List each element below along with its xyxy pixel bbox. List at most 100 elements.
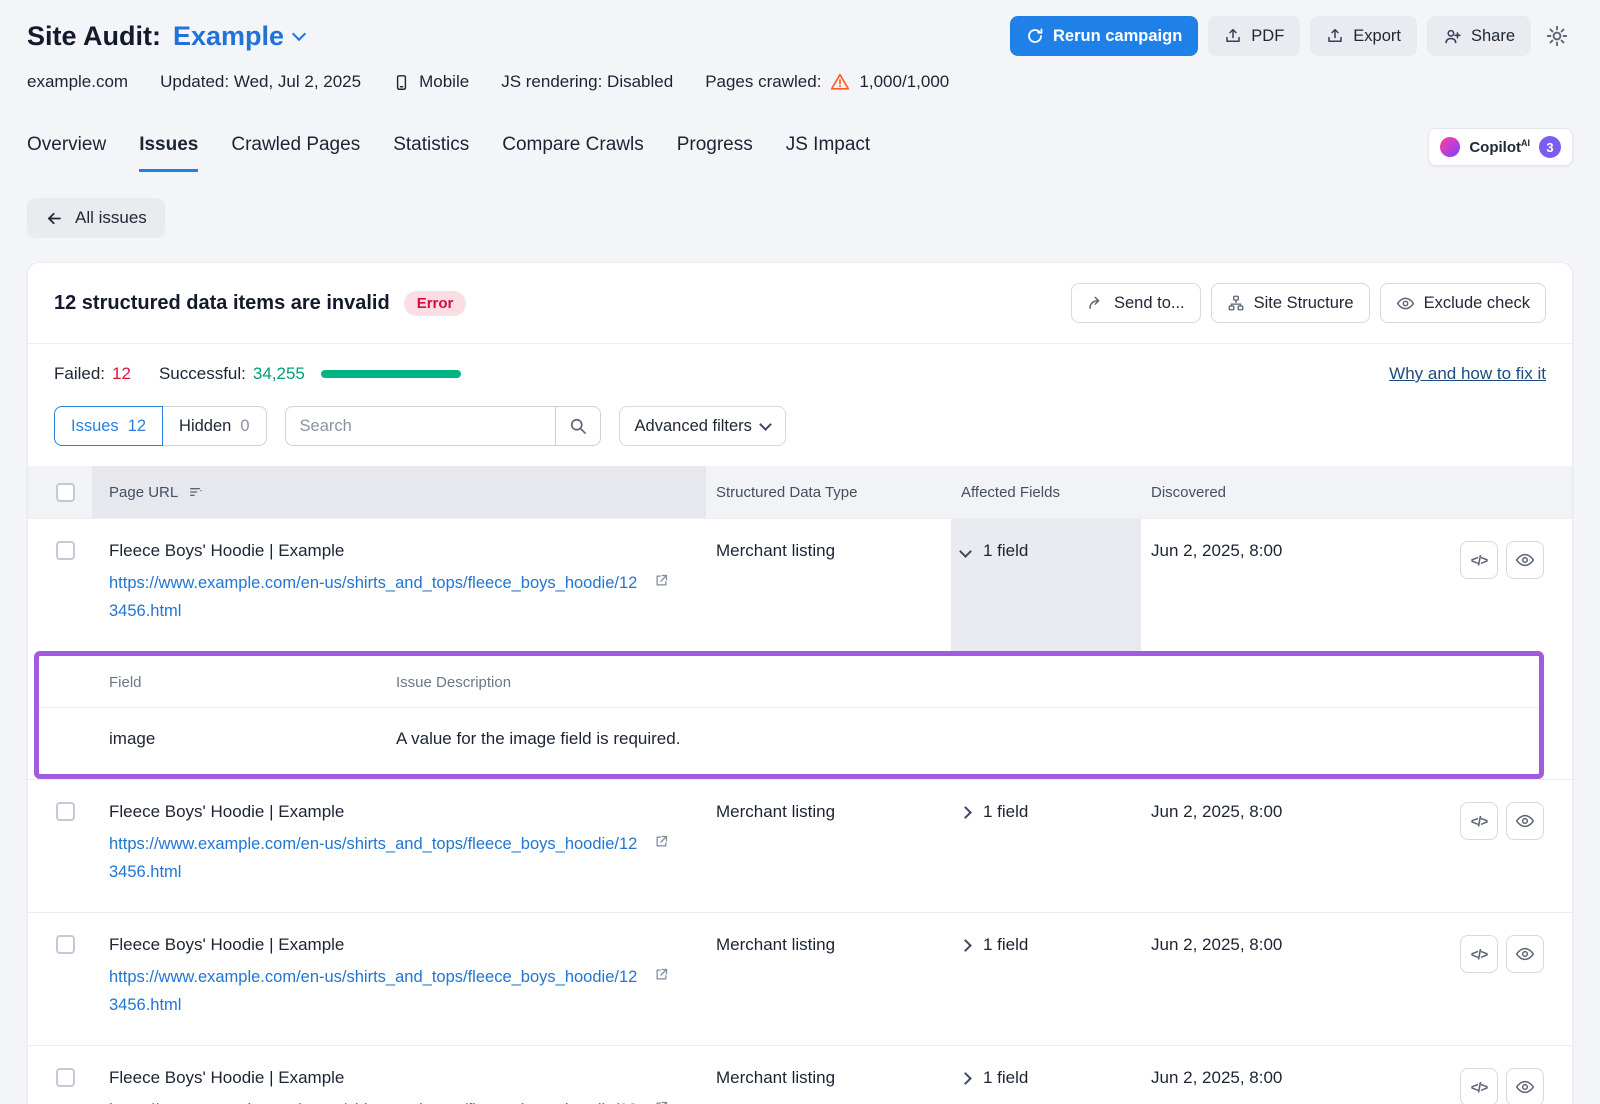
affected-fields-toggle[interactable]: 1 field xyxy=(951,519,1141,651)
phone-icon xyxy=(393,73,410,92)
filter-row: Issues 12 Hidden 0 Advanced filters xyxy=(28,398,1572,466)
js-rendering-label: JS rendering: Disabled xyxy=(501,72,673,92)
table-header-row: Page URL Structured Data Type Affected F… xyxy=(28,466,1572,518)
tab-progress[interactable]: Progress xyxy=(677,128,753,172)
view-page-button[interactable] xyxy=(1506,1068,1544,1104)
code-icon: </> xyxy=(1471,1080,1488,1095)
structured-data-type: Merchant listing xyxy=(706,780,951,912)
pages-crawled: Pages crawled: 1,000/1,000 xyxy=(705,72,949,92)
chevron-down-icon xyxy=(759,418,772,431)
page-url-link[interactable]: https://www.example.com/en-us/shirts_and… xyxy=(109,569,675,625)
page-url-link[interactable]: https://www.example.com/en-us/shirts_and… xyxy=(109,963,675,1019)
export-button[interactable]: Export xyxy=(1310,16,1417,56)
view-source-code-button[interactable]: </> xyxy=(1460,935,1498,973)
row-checkbox[interactable] xyxy=(56,802,75,821)
rerun-campaign-button[interactable]: Rerun campaign xyxy=(1010,16,1198,56)
search-icon xyxy=(568,416,588,436)
top-bar: Site Audit: Example Rerun campaign PDF xyxy=(27,16,1573,56)
why-how-to-fix-link[interactable]: Why and how to fix it xyxy=(1389,364,1546,384)
campaign-meta-row: example.com Updated: Wed, Jul 2, 2025 Mo… xyxy=(27,72,1573,92)
failed-value: 12 xyxy=(112,364,131,384)
view-source-code-button[interactable]: </> xyxy=(1460,541,1498,579)
page-url-link[interactable]: https://www.example.com/en-us/shirts_and… xyxy=(109,1096,675,1104)
copilot-icon xyxy=(1440,137,1460,157)
hidden-filter-button[interactable]: Hidden 0 xyxy=(162,406,266,446)
project-selector[interactable]: Example xyxy=(173,21,304,52)
tab-issues[interactable]: Issues xyxy=(139,128,198,172)
field-column-header: Field xyxy=(109,674,396,691)
column-structured-data-type: Structured Data Type xyxy=(706,484,951,501)
exclude-check-button[interactable]: Exclude check xyxy=(1380,283,1546,323)
pdf-button[interactable]: PDF xyxy=(1208,16,1300,56)
issue-card-header: 12 structured data items are invalid Err… xyxy=(28,263,1572,344)
tab-bar: Overview Issues Crawled Pages Statistics… xyxy=(27,128,1573,172)
page-url-link[interactable]: https://www.example.com/en-us/shirts_and… xyxy=(109,830,675,886)
eye-off-icon xyxy=(1396,294,1415,313)
copilot-count-badge: 3 xyxy=(1539,136,1561,158)
issue-card: 12 structured data items are invalid Err… xyxy=(27,262,1573,1104)
page-title-text: Fleece Boys' Hoodie | Example xyxy=(109,802,706,822)
external-link-icon[interactable] xyxy=(654,573,669,588)
view-page-button[interactable] xyxy=(1506,935,1544,973)
tab-compare-crawls[interactable]: Compare Crawls xyxy=(502,128,643,172)
table-row: Fleece Boys' Hoodie | Example https://ww… xyxy=(28,779,1572,912)
affected-fields-toggle[interactable]: 1 field xyxy=(951,1046,1141,1104)
issues-filter-button[interactable]: Issues 12 xyxy=(54,406,163,446)
failed-label: Failed: xyxy=(54,364,105,384)
view-page-button[interactable] xyxy=(1506,541,1544,579)
issue-description-value: A value for the image field is required. xyxy=(396,729,680,749)
discovered-date: Jun 2, 2025, 8:00 xyxy=(1141,913,1440,1045)
chevron-down-icon xyxy=(959,545,972,558)
affected-fields-toggle[interactable]: 1 field xyxy=(951,780,1141,912)
view-page-button[interactable] xyxy=(1506,802,1544,840)
site-structure-button[interactable]: Site Structure xyxy=(1211,283,1370,323)
issue-description-column-header: Issue Description xyxy=(396,674,511,691)
affected-fields-toggle[interactable]: 1 field xyxy=(951,913,1141,1045)
page-title-text: Fleece Boys' Hoodie | Example xyxy=(109,935,706,955)
settings-button[interactable] xyxy=(1541,24,1573,48)
eye-icon xyxy=(1515,550,1535,570)
issue-title: 12 structured data items are invalid xyxy=(54,292,390,315)
view-source-code-button[interactable]: </> xyxy=(1460,802,1498,840)
eye-icon xyxy=(1515,1077,1535,1097)
external-link-icon[interactable] xyxy=(654,1100,669,1104)
row-checkbox[interactable] xyxy=(56,1068,75,1087)
sort-icon[interactable] xyxy=(188,484,204,500)
column-affected-fields: Affected Fields xyxy=(951,484,1141,501)
pages-crawled-value: 1,000/1,000 xyxy=(859,72,949,92)
chevron-right-icon xyxy=(959,939,972,952)
chevron-right-icon xyxy=(959,1072,972,1085)
column-page-url[interactable]: Page URL xyxy=(92,466,706,518)
view-source-code-button[interactable]: </> xyxy=(1460,1068,1498,1104)
code-icon: </> xyxy=(1471,947,1488,962)
domain-label: example.com xyxy=(27,72,128,92)
search-input[interactable] xyxy=(285,406,555,446)
structured-data-type: Merchant listing xyxy=(706,519,951,651)
warning-icon xyxy=(830,72,850,92)
tab-js-impact[interactable]: JS Impact xyxy=(786,128,870,172)
tab-crawled-pages[interactable]: Crawled Pages xyxy=(231,128,360,172)
all-issues-back-button[interactable]: All issues xyxy=(27,198,165,238)
page-title: Site Audit: xyxy=(27,21,161,52)
search-button[interactable] xyxy=(555,406,601,446)
advanced-filters-button[interactable]: Advanced filters xyxy=(619,406,786,446)
external-link-icon[interactable] xyxy=(654,834,669,849)
chevron-down-icon xyxy=(292,26,306,40)
select-all-checkbox[interactable] xyxy=(56,483,75,502)
site-structure-icon xyxy=(1227,294,1245,312)
field-value: image xyxy=(109,729,396,749)
table-row: Fleece Boys' Hoodie | Example https://ww… xyxy=(28,1045,1572,1104)
send-to-button[interactable]: Send to... xyxy=(1071,283,1201,323)
tab-overview[interactable]: Overview xyxy=(27,128,106,172)
external-link-icon[interactable] xyxy=(654,967,669,982)
share-button[interactable]: Share xyxy=(1427,16,1531,56)
successful-value: 34,255 xyxy=(253,364,305,384)
row-checkbox[interactable] xyxy=(56,935,75,954)
tab-statistics[interactable]: Statistics xyxy=(393,128,469,172)
structured-data-type: Merchant listing xyxy=(706,913,951,1045)
code-icon: </> xyxy=(1471,814,1488,829)
share-person-icon xyxy=(1443,27,1462,46)
chevron-right-icon xyxy=(959,806,972,819)
copilot-badge[interactable]: CopilotAI 3 xyxy=(1428,128,1573,166)
row-checkbox[interactable] xyxy=(56,541,75,560)
